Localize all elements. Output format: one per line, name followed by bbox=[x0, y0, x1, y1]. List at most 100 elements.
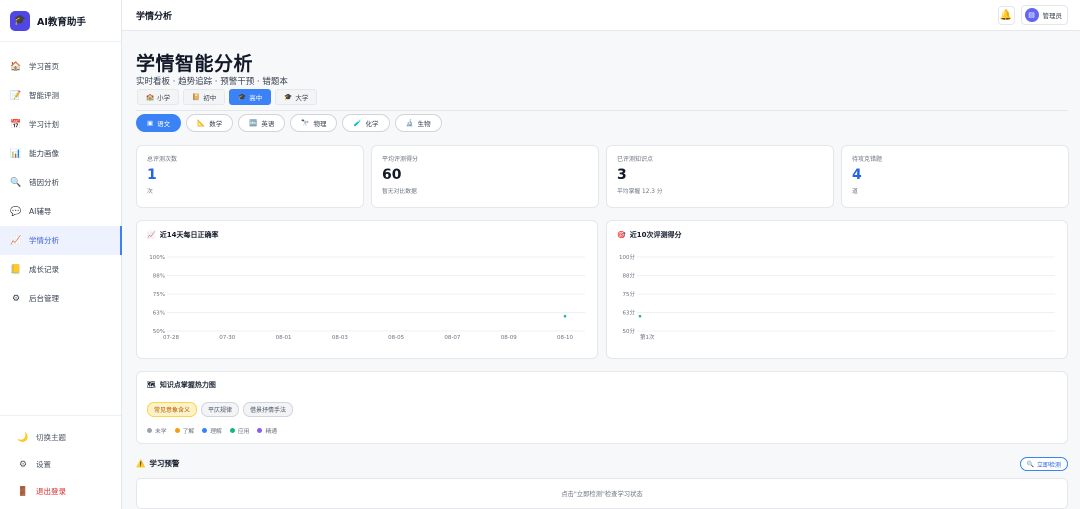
sidebar-item-label: 智能评测 bbox=[29, 91, 59, 100]
sidebar-item-3[interactable]: 📅 学习计划 bbox=[0, 110, 121, 139]
y-tick-label: 50分 bbox=[623, 327, 636, 335]
subject-tab-2[interactable]: 📐 数学 bbox=[186, 114, 234, 132]
sidebar-item-4[interactable]: 📊 能力画像 bbox=[0, 139, 121, 168]
level-label: 大学 bbox=[295, 94, 309, 102]
x-tick-label: 08-01 bbox=[276, 335, 292, 341]
sidebar-item-7[interactable]: 📈 学情分析 bbox=[0, 226, 122, 255]
stat-label: 已评测知识点 bbox=[617, 156, 654, 163]
warning-title-text: 学习预警 bbox=[149, 459, 180, 468]
page-title: 学情智能分析 bbox=[136, 53, 254, 75]
level-tab-1[interactable]: 🏫 小学 bbox=[137, 89, 180, 105]
sidebar-item-5[interactable]: 🔍 错因分析 bbox=[0, 168, 121, 197]
level-icon: 🏫 bbox=[146, 93, 155, 101]
y-tick-label: 63% bbox=[153, 311, 165, 317]
brand[interactable]: 🎓 AI教育助手 bbox=[0, 0, 121, 42]
sidebar-item-label: 错因分析 bbox=[29, 178, 59, 187]
y-tick-label: 88% bbox=[153, 274, 165, 280]
stats-row: 总评测次数 1 次 平均评测得分 60 暂无对比数据 已评测知识点 3 平均掌握 12.3 分 待… bbox=[136, 145, 1069, 208]
subject-label: 物理 bbox=[313, 120, 327, 128]
legend-item: 精通 bbox=[257, 426, 277, 435]
app-name: AI教育助手 bbox=[37, 16, 86, 28]
calendar-icon: 📅 bbox=[10, 119, 22, 130]
knowledge-tag[interactable]: 常见意象含义 bbox=[147, 402, 198, 417]
data-point bbox=[563, 314, 567, 318]
stat-label: 总评测次数 bbox=[147, 156, 178, 163]
knowledge-tag[interactable]: 借景抒情手法 bbox=[243, 402, 294, 417]
sidebar-item-6[interactable]: 💬 AI辅导 bbox=[0, 197, 121, 226]
sidebar-item-label: 后台管理 bbox=[29, 294, 59, 303]
sidebar-item-2[interactable]: 📝 智能评测 bbox=[0, 81, 121, 110]
subject-tab-4[interactable]: 🔭 物理 bbox=[290, 114, 338, 132]
y-tick-label: 88分 bbox=[623, 272, 636, 280]
level-label: 初中 bbox=[203, 94, 217, 102]
subject-label: 语文 bbox=[157, 120, 171, 128]
bell-icon[interactable]: 🔔 bbox=[997, 5, 1015, 25]
sidebar: 🎓 AI教育助手 🏠 学习首页 📝 智能评测 📅 学习计划 📊 能力画像 🔍 错因分析 💬 AI辅导 📈… bbox=[0, 0, 122, 509]
subject-label: 化学 bbox=[365, 120, 379, 128]
notebook-icon: 📒 bbox=[10, 264, 22, 275]
sidebar-item-8[interactable]: 📒 成长记录 bbox=[0, 255, 121, 284]
sidebar-item-label: 学习计划 bbox=[29, 120, 59, 129]
sidebar-nav: 🏠 学习首页 📝 智能评测 📅 学习计划 📊 能力画像 🔍 错因分析 💬 AI辅导 📈 学情分析 📒 成长记录… bbox=[0, 42, 122, 313]
subject-label: 数学 bbox=[209, 120, 223, 128]
stat-note: 道 bbox=[852, 189, 858, 195]
knowledge-tags: 常见意象含义 平仄规律 借景抒情手法 bbox=[147, 402, 294, 417]
stat-note: 次 bbox=[147, 189, 153, 195]
legend-label: 未学 bbox=[155, 429, 167, 435]
legend-item: 理解 bbox=[202, 426, 222, 435]
graduation-cap-icon: 🎓 bbox=[10, 10, 30, 31]
logout-button[interactable]: 🚪 退出登录 bbox=[0, 478, 121, 505]
avatar: ▤ bbox=[1024, 8, 1039, 22]
level-tab-4[interactable]: 🎓 大学 bbox=[275, 89, 318, 105]
magnifier-icon: 🔍 bbox=[10, 177, 22, 188]
divider bbox=[136, 110, 1068, 111]
x-tick-label: 08-03 bbox=[332, 335, 348, 341]
subject-icon: 🧪 bbox=[353, 119, 362, 127]
sidebar-bottom: 🌙 切换主题 ⚙ 设置 🚪 退出登录 bbox=[0, 415, 121, 509]
x-tick-label: 08-07 bbox=[444, 335, 460, 341]
search-icon: 🔍 bbox=[1026, 460, 1034, 468]
warning-title: ⚠️ 学习预警 bbox=[136, 458, 179, 469]
bar-chart-icon: 📊 bbox=[10, 148, 22, 159]
level-tab-3[interactable]: 🎓 高中 bbox=[229, 89, 272, 105]
subject-icon: 🔬 bbox=[405, 119, 414, 127]
target-icon: 🎯 bbox=[617, 231, 626, 239]
subject-tab-3[interactable]: 🔤 英语 bbox=[238, 114, 286, 132]
logout-label: 退出登录 bbox=[36, 487, 66, 496]
door-icon: 🚪 bbox=[17, 486, 29, 497]
level-label: 小学 bbox=[157, 94, 171, 102]
y-tick-label: 75% bbox=[153, 292, 165, 298]
gear-icon: ⚙ bbox=[18, 459, 28, 470]
legend-label: 理解 bbox=[210, 429, 222, 435]
knowledge-tag[interactable]: 平仄规律 bbox=[201, 402, 240, 417]
moon-icon: 🌙 bbox=[17, 432, 29, 443]
heatmap-legend: 未学 了解 理解 应用 精通 bbox=[147, 426, 277, 435]
subject-tab-1[interactable]: ▣ 语文 bbox=[136, 114, 182, 132]
subject-tab-6[interactable]: 🔬 生物 bbox=[394, 114, 442, 132]
score-chart: 100分 88分 75分 63分 50分第1次 bbox=[619, 253, 1055, 341]
settings-button[interactable]: ⚙ 设置 bbox=[0, 451, 121, 478]
theme-toggle-button[interactable]: 🌙 切换主题 bbox=[0, 424, 121, 451]
trend-chart-icon: 📈 bbox=[10, 235, 22, 246]
stat-note: 平均掌握 12.3 分 bbox=[617, 189, 663, 195]
stat-card: 待攻克错题 4 道 bbox=[841, 145, 1069, 208]
level-tabs: 🏫 小学 📔 初中 🎓 高中 🎓 大学 bbox=[137, 89, 318, 105]
check-now-label: 立即检测 bbox=[1036, 461, 1061, 469]
stat-note: 暂无对比数据 bbox=[382, 189, 417, 195]
heatmap-title-text: 知识点掌握热力图 bbox=[159, 381, 216, 389]
legend-dot bbox=[202, 428, 208, 433]
user-menu[interactable]: ▤ 管理员 bbox=[1020, 5, 1068, 25]
stat-value: 4 bbox=[852, 167, 862, 183]
check-now-button[interactable]: 🔍 立即检测 bbox=[1019, 457, 1068, 471]
warning-box: 点击"立即检测"检查学习状态 bbox=[136, 478, 1068, 509]
settings-label: 设置 bbox=[36, 460, 51, 469]
sidebar-item-9[interactable]: ⚙ 后台管理 bbox=[0, 284, 121, 313]
level-tab-2[interactable]: 📔 初中 bbox=[183, 89, 226, 105]
subject-tab-5[interactable]: 🧪 化学 bbox=[342, 114, 390, 132]
legend-item: 未学 bbox=[147, 426, 167, 435]
sidebar-item-1[interactable]: 🏠 学习首页 bbox=[0, 52, 121, 81]
subject-icon: 🔭 bbox=[301, 119, 310, 127]
chat-icon: 💬 bbox=[10, 206, 22, 217]
y-tick-label: 63分 bbox=[623, 309, 636, 317]
heatmap-title: 🗺 知识点掌握热力图 bbox=[147, 380, 216, 390]
